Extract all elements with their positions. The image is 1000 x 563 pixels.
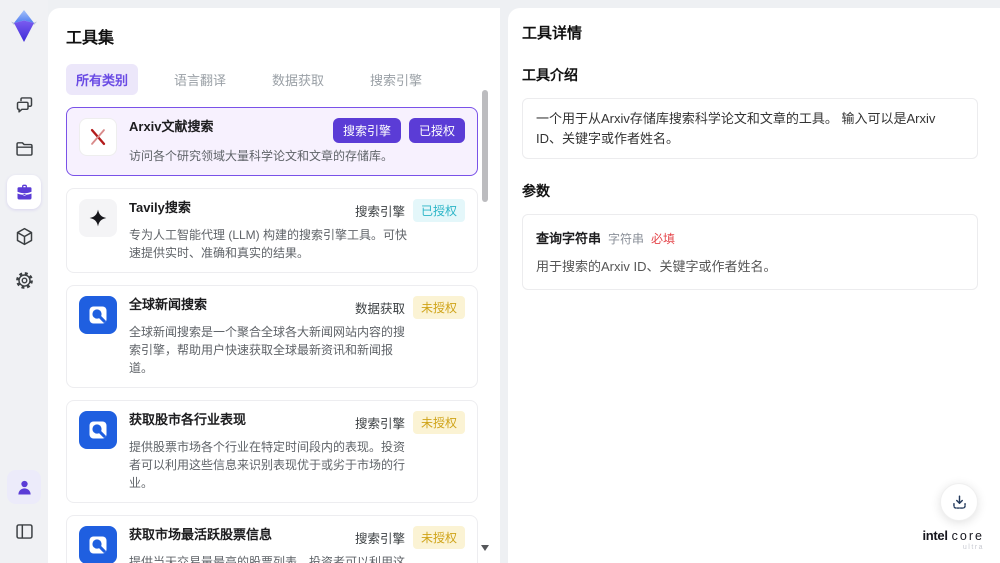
blue-search-icon [79,296,117,334]
sidebar-item-files[interactable] [7,131,41,165]
tool-name: Arxiv文献搜索 [129,119,214,134]
category-badge: 搜索引擎 [332,118,401,143]
sidebar-item-packages[interactable] [7,219,41,253]
tool-card[interactable]: Arxiv文献搜索 搜索引擎 已授权 访问各个研究领域大量科学论文和文章的存储库… [66,107,478,176]
content-area: 工具集 所有类别 语言翻译 数据获取 搜索引擎 Arxiv文献搜索 搜索引擎 已授权 … [48,0,1000,563]
intro-heading: 工具介绍 [522,67,578,83]
category-badge: 搜索引擎 [354,417,405,431]
category-badge: 搜索引擎 [354,532,405,546]
param-card: 查询字符串 字符串 必填 用于搜索的Arxiv ID、关键字或作者姓名。 [522,214,978,290]
tool-name: 全球新闻搜索 [129,297,208,312]
scroll-down-arrow-icon[interactable] [481,545,489,551]
settings-icon [14,270,35,291]
category-badge: 数据获取 [354,302,405,316]
tool-card[interactable]: 全球新闻搜索 数据获取 未授权 全球新闻搜索是一个聚合全球各大新闻网站内容的搜索… [66,285,478,388]
download-icon [950,493,969,512]
tool-description: 提供股票市场各个行业在特定时间段内的表现。投资者可以利用这些信息来识别表现优于或… [129,440,406,490]
category-tabs: 所有类别 语言翻译 数据获取 搜索引擎 [66,64,482,95]
tool-body: 获取市场最活跃股票信息 搜索引擎 未授权 提供当天交易量最高的股票列表。投资者可… [129,526,465,563]
tool-badges: 搜索引擎 已授权 [347,199,465,222]
page-title: 工具集 [66,30,115,47]
tool-body: 获取股市各行业表现 搜索引擎 未授权 提供股票市场各个行业在特定时间段内的表现。… [129,411,465,492]
auth-status-badge: 未授权 [412,526,465,549]
sidebar-item-toolbox[interactable] [7,175,41,209]
sidebar-item-chat[interactable] [7,87,41,121]
auth-status-badge: 已授权 [408,118,465,143]
tavily-star-icon [79,199,117,237]
category-tab[interactable]: 搜索引擎 [360,64,432,95]
tool-body: Arxiv文献搜索 搜索引擎 已授权 访问各个研究领域大量科学论文和文章的存储库… [129,118,465,165]
detail-title: 工具详情 [522,25,583,42]
blue-search-icon [79,526,117,563]
tool-card[interactable]: 获取股市各行业表现 搜索引擎 未授权 提供股票市场各个行业在特定时间段内的表现。… [66,400,478,503]
tool-body: Tavily搜索 搜索引擎 已授权 专为人工智能代理 (LLM) 构建的搜索引擎… [129,199,465,262]
tool-name: 获取市场最活跃股票信息 [129,527,273,542]
tool-badges: 数据获取 未授权 [347,296,465,319]
params-heading: 参数 [522,183,550,199]
sidebar-item-settings[interactable] [7,263,41,297]
user-icon [14,477,35,498]
core-wordmark: core [951,528,984,543]
ultra-wordmark: ultra [962,544,984,551]
category-tab[interactable]: 所有类别 [66,64,139,95]
tool-body: 全球新闻搜索 数据获取 未授权 全球新闻搜索是一个聚合全球各大新闻网站内容的搜索… [129,296,465,377]
blue-search-icon [79,411,117,449]
tool-detail-panel: 工具详情 工具介绍 一个用于从Arxiv存储库搜索科学论文和文章的工具。 输入可… [508,8,1000,563]
auth-status-badge: 未授权 [412,296,465,319]
tool-badges: 搜索引擎 已授权 [325,118,465,143]
param-name: 查询字符串 [536,231,602,246]
intel-wordmark: intel [922,527,948,543]
tool-list: Arxiv文献搜索 搜索引擎 已授权 访问各个研究领域大量科学论文和文章的存储库… [66,107,482,563]
gem-logo-icon [7,8,41,44]
param-head: 查询字符串 字符串 必填 [536,228,964,247]
tool-name: Tavily搜索 [129,200,191,215]
tool-badges: 搜索引擎 未授权 [347,411,465,434]
tool-description: 访问各个研究领域大量科学论文和文章的存储库。 [129,149,394,163]
app-window: 工具集 所有类别 语言翻译 数据获取 搜索引擎 Arxiv文献搜索 搜索引擎 已授权 … [0,0,1000,563]
auth-status-badge: 已授权 [412,199,465,222]
tool-description: 全球新闻搜索是一个聚合全球各大新闻网站内容的搜索引擎，帮助用户快速获取全球最新资… [129,325,406,375]
tab-label: 搜索引擎 [370,73,423,88]
tab-label: 所有类别 [76,73,129,88]
nav-rail [0,0,48,563]
folder-icon [14,138,35,159]
param-required-badge: 必填 [651,232,676,246]
tool-name: 获取股市各行业表现 [129,412,247,427]
param-type: 字符串 [608,232,645,246]
tool-card[interactable]: 获取市场最活跃股票信息 搜索引擎 未授权 提供当天交易量最高的股票列表。投资者可… [66,515,478,563]
chat-icon [14,94,35,115]
arxiv-icon [79,118,117,156]
toolbox-icon [14,182,35,203]
auth-status-badge: 未授权 [412,411,465,434]
category-badge: 搜索引擎 [354,205,405,219]
sidebar-item-user[interactable] [7,470,41,504]
cube-icon [14,226,35,247]
tab-label: 语言翻译 [174,73,227,88]
category-tab[interactable]: 语言翻译 [164,64,236,95]
download-button[interactable] [940,483,978,521]
tool-list-panel: 工具集 所有类别 语言翻译 数据获取 搜索引擎 Arxiv文献搜索 搜索引擎 已授权 … [48,8,500,563]
tool-badges: 搜索引擎 未授权 [347,526,465,549]
tab-label: 数据获取 [272,73,325,88]
tool-description: 提供当天交易量最高的股票列表。投资者可以利用这些信息来识别流动性强的股票和潜在的… [129,555,406,563]
tool-intro-box: 一个用于从Arxiv存储库搜索科学论文和文章的工具。 输入可以是Arxiv ID… [522,98,978,159]
list-scrollbar-thumb[interactable] [482,90,488,202]
collapse-sidebar-button[interactable] [7,514,41,548]
category-tab[interactable]: 数据获取 [262,64,334,95]
collapse-panel-icon [14,521,35,542]
tool-description: 专为人工智能代理 (LLM) 构建的搜索引擎工具。可快速提供实时、准确和真实的结… [129,228,408,260]
param-description: 用于搜索的Arxiv ID、关键字或作者姓名。 [536,259,777,274]
tool-card[interactable]: Tavily搜索 搜索引擎 已授权 专为人工智能代理 (LLM) 构建的搜索引擎… [66,188,478,273]
intel-core-logo: intel core ultra [922,529,984,552]
